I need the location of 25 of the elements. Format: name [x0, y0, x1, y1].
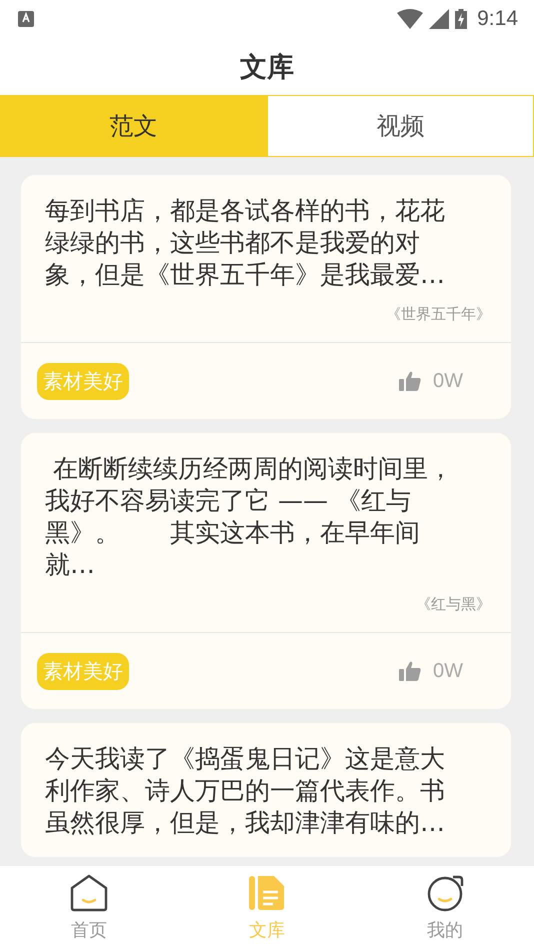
tab[interactable]: 范文 [0, 95, 267, 157]
category-tag: 素材美好 [37, 652, 129, 690]
book-title: 《红与黑》 [415, 595, 491, 614]
signal-icon [429, 9, 450, 29]
smiley-face-icon [426, 874, 464, 912]
category-tag: 素材美好 [37, 362, 129, 400]
article-excerpt: 今天我读了《捣蛋鬼日记》这是意大利作家、诗人万巴的一篇代表作。书虽然很厚，但是，我却津津有味的… [45, 743, 446, 839]
document-icon [248, 874, 286, 912]
house-icon [70, 874, 108, 912]
battery-icon [455, 9, 468, 29]
page-title: 文库 [240, 50, 294, 84]
tab[interactable]: 视频 [267, 95, 534, 157]
like-count: 0W [433, 660, 463, 682]
thumbs-up-icon[interactable] [399, 661, 421, 681]
article-excerpt: 在断断续续历经两周的阅读时间里，我好不容易读完了它 —— 《红与黑》。 其实这本书，在早年间就… [45, 453, 454, 581]
clock-time: 9:14 [477, 7, 518, 31]
like-count: 0W [433, 370, 463, 392]
article-excerpt: 每到书店，都是各试各样的书，花花绿绿的书，这些书都不是我爱的对象，但是《世界五千年》是我最爱… [45, 195, 446, 291]
article-card[interactable]: 在断断续续历经两周的阅读时间里，我好不容易读完了它 —— 《红与黑》。 其实这本书，在早年间就… 《红与黑》 素材美好 0W [21, 433, 511, 709]
thumbs-up-icon[interactable] [399, 371, 421, 391]
wifi-icon [397, 9, 424, 29]
book-title: 《世界五千年》 [385, 305, 491, 324]
keyboard-icon [18, 11, 34, 27]
article-card[interactable]: 每到书店，都是各试各样的书，花花绿绿的书，这些书都不是我爱的对象，但是《世界五千年》是我最爱… 《世界五千年》 素材美好 0W [21, 175, 511, 419]
article-card[interactable]: 今天我读了《捣蛋鬼日记》这是意大利作家、诗人万巴的一篇代表作。书虽然很厚，但是，我却津津有味的… [21, 723, 511, 857]
